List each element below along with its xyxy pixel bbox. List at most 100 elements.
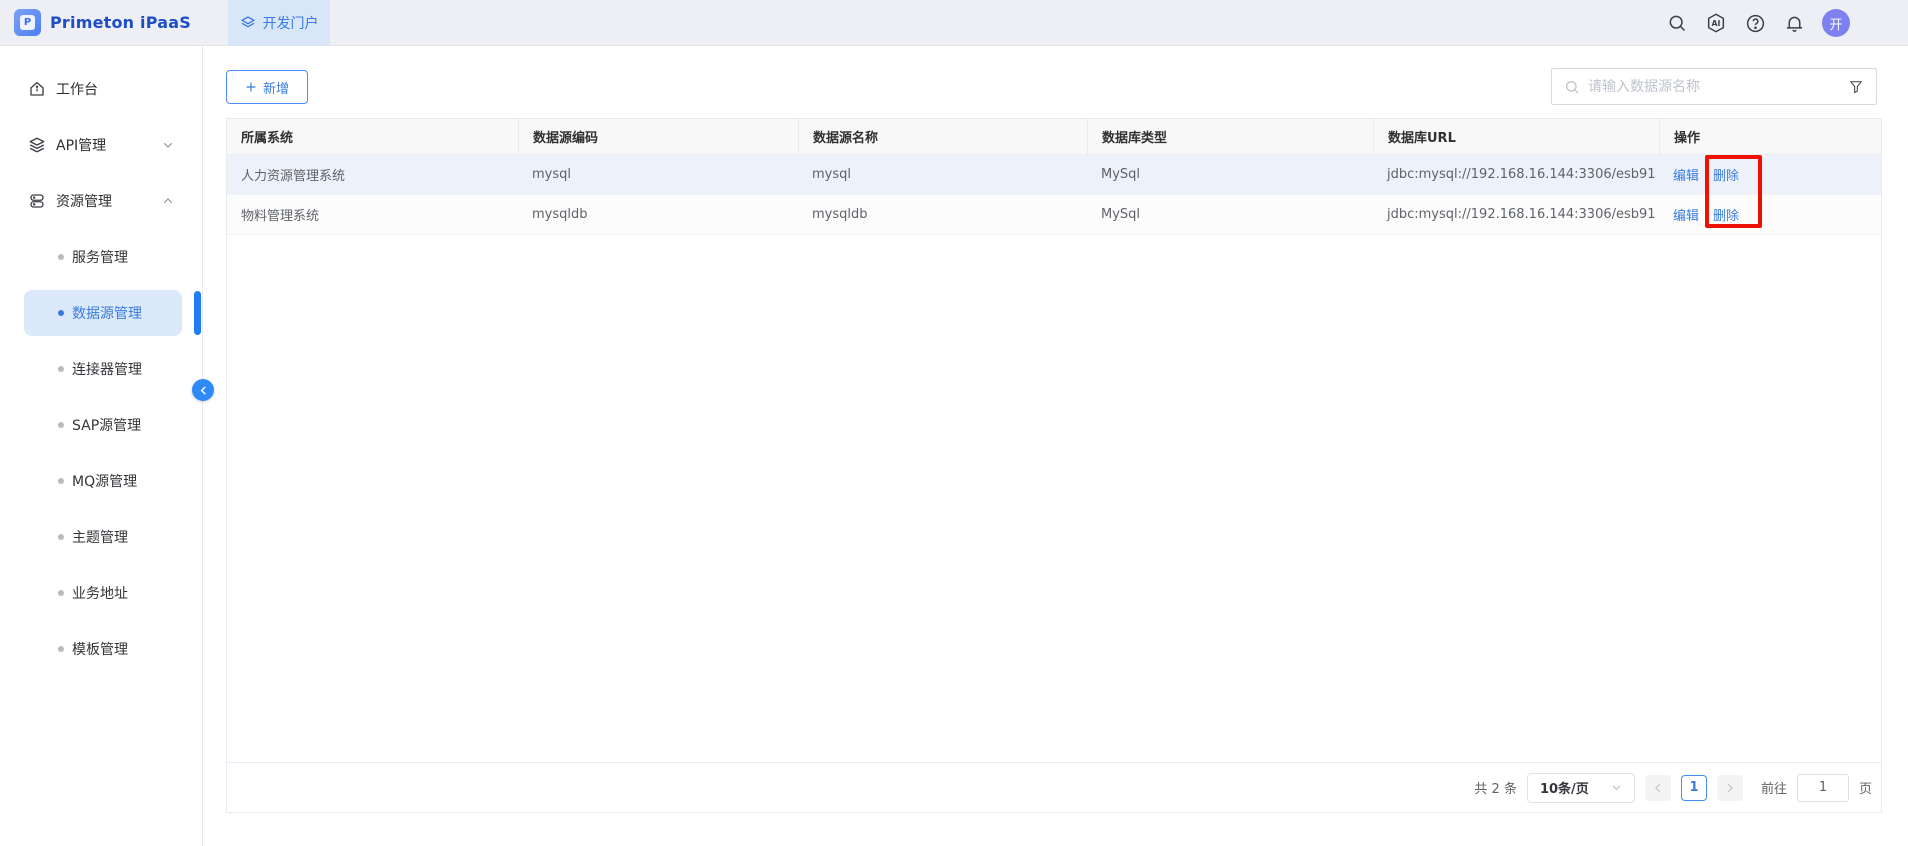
sidebar-subitem-connector-management[interactable]: 连接器管理 [0,341,202,397]
sidebar-subitem-template-management[interactable]: 模板管理 [0,621,202,677]
bullet-icon [58,646,64,652]
cell-db-type: MySql [1087,155,1373,194]
sidebar-nav: 工作台 API管理 资源管理 服务管理 数据 [0,46,203,846]
page-size-select[interactable]: 10条/页 [1527,773,1635,803]
sidebar-collapse-button[interactable] [192,379,214,401]
api-layers-icon [28,136,46,154]
pagination-bar: 共 2 条 10条/页 1 前往 页 [227,762,1881,812]
prev-page-button[interactable] [1645,775,1671,801]
tab-dev-portal-label: 开发门户 [263,13,319,33]
column-header-code: 数据源编码 [518,119,798,154]
search-icon[interactable] [1666,12,1688,34]
top-header: P Primeton iPaaS 开发门户 AI 开 [0,0,1908,46]
edit-link[interactable]: 编辑 [1673,205,1699,224]
sidebar-subitem-mq-source-management[interactable]: MQ源管理 [0,453,202,509]
cell-system: 人力资源管理系统 [227,155,518,194]
bullet-icon [58,590,64,596]
chevron-up-icon [162,195,174,207]
svg-text:AI: AI [1712,19,1721,28]
delete-link[interactable]: 删除 [1713,205,1739,224]
header-actions: AI 开 [1666,0,1908,46]
page-size-value: 10条/页 [1540,778,1589,797]
column-header-db-type: 数据库类型 [1087,119,1373,154]
active-item-indicator [194,291,201,335]
datasource-table-card: 所属系统 数据源编码 数据源名称 数据库类型 数据库URL 操作 人力资源管理系… [226,118,1882,813]
page-unit-label: 页 [1859,778,1872,797]
user-avatar[interactable]: 开 [1822,9,1850,37]
bullet-icon [58,310,64,316]
layers-icon [240,15,256,31]
search-input[interactable] [1588,79,1840,95]
bullet-icon [58,366,64,372]
home-icon [28,80,46,98]
edit-link[interactable]: 编辑 [1673,165,1699,184]
chevron-left-icon [1652,782,1664,794]
add-button[interactable]: 新增 [226,70,308,104]
ai-assistant-icon[interactable]: AI [1705,12,1727,34]
sidebar-subitem-label: 连接器管理 [72,359,142,379]
column-header-db-url: 数据库URL [1373,119,1659,154]
sidebar-subitem-label: SAP源管理 [72,415,141,435]
plus-icon [245,81,257,93]
logo-icon: P [14,9,41,36]
sidebar-subitem-label: 业务地址 [72,583,128,603]
chevron-left-icon [198,385,209,396]
cell-system: 物料管理系统 [227,195,518,234]
app-window: P Primeton iPaaS 开发门户 AI 开 [0,0,1908,846]
sidebar-subitem-datasource-management[interactable]: 数据源管理 [0,285,202,341]
sidebar-item-label: API管理 [56,135,106,155]
table-empty-area [227,235,1881,762]
sidebar-item-workbench[interactable]: 工作台 [0,61,202,117]
goto-label: 前往 [1761,778,1787,797]
cell-db-url: jdbc:mysql://192.168.16.144:3306/esb91 [1373,195,1659,234]
cell-actions: 编辑 删除 [1659,195,1881,234]
next-page-button[interactable] [1717,775,1743,801]
chevron-down-icon [1611,782,1622,793]
cell-name: mysql [798,155,1087,194]
bullet-icon [58,478,64,484]
notification-bell-icon[interactable] [1783,12,1805,34]
sidebar-subitem-label: 服务管理 [72,247,128,267]
table-row: 人力资源管理系统 mysql mysql MySql jdbc:mysql://… [227,155,1881,195]
sidebar-item-api-management[interactable]: API管理 [0,117,202,173]
pagination-total: 共 2 条 [1474,778,1517,797]
table-header-row: 所属系统 数据源编码 数据源名称 数据库类型 数据库URL 操作 [227,119,1881,155]
cell-actions: 编辑 删除 [1659,155,1881,194]
cell-code: mysql [518,155,798,194]
cell-db-url: jdbc:mysql://192.168.16.144:3306/esb91 [1373,155,1659,194]
bullet-icon [58,534,64,540]
sidebar-subitem-label: 数据源管理 [72,303,142,323]
sidebar-subitem-topic-management[interactable]: 主题管理 [0,509,202,565]
logo-letter: P [20,15,35,30]
resource-server-icon [28,192,46,210]
sidebar-item-label: 资源管理 [56,191,112,211]
datasource-search-box [1551,68,1877,105]
cell-db-type: MySql [1087,195,1373,234]
sidebar-item-resource-management[interactable]: 资源管理 [0,173,202,229]
column-header-name: 数据源名称 [798,119,1087,154]
filter-funnel-icon[interactable] [1848,79,1864,95]
sidebar-subitem-label: MQ源管理 [72,471,137,491]
bullet-icon [58,254,64,260]
chevron-right-icon [1724,782,1736,794]
table-row: 物料管理系统 mysqldb mysqldb MySql jdbc:mysql:… [227,195,1881,235]
goto-page-input[interactable] [1797,774,1849,802]
sidebar-subitem-service-management[interactable]: 服务管理 [0,229,202,285]
help-icon[interactable] [1744,12,1766,34]
tab-dev-portal[interactable]: 开发门户 [228,0,330,46]
add-button-label: 新增 [263,78,289,97]
delete-link[interactable]: 删除 [1713,165,1739,184]
search-icon [1564,79,1580,95]
sidebar-subitem-business-address[interactable]: 业务地址 [0,565,202,621]
column-header-system: 所属系统 [227,119,518,154]
bullet-icon [58,422,64,428]
sidebar-item-label: 工作台 [56,79,98,99]
cell-name: mysqldb [798,195,1087,234]
current-page-button[interactable]: 1 [1681,775,1707,801]
column-header-actions: 操作 [1659,119,1881,154]
app-title: Primeton iPaaS [50,13,191,32]
sidebar-subitem-label: 模板管理 [72,639,128,659]
sidebar-subitem-sap-source-management[interactable]: SAP源管理 [0,397,202,453]
brand-logo: P Primeton iPaaS [0,9,214,36]
sidebar-subitem-label: 主题管理 [72,527,128,547]
